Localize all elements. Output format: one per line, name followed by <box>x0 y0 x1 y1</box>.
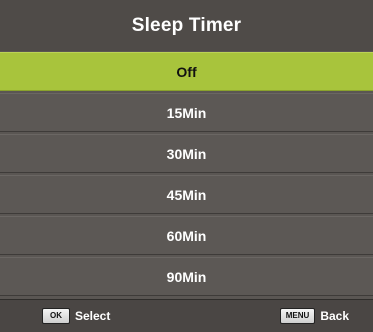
key-hints-bar: OK Select MENU Back <box>0 299 373 332</box>
option-60min[interactable]: 60Min <box>0 216 373 255</box>
ok-key-icon: OK <box>42 308 70 324</box>
back-hint: MENU Back <box>279 308 349 324</box>
select-hint-label: Select <box>75 309 111 323</box>
sleep-timer-dialog: Sleep Timer Off 15Min 30Min 45Min 60Min … <box>0 0 373 332</box>
select-hint: OK Select <box>42 308 110 324</box>
menu-key-icon: MENU <box>279 308 316 324</box>
option-30min[interactable]: 30Min <box>0 134 373 173</box>
back-hint-label: Back <box>320 309 349 323</box>
option-45min[interactable]: 45Min <box>0 175 373 214</box>
option-15min[interactable]: 15Min <box>0 93 373 132</box>
option-off[interactable]: Off <box>0 52 373 91</box>
sleep-timer-options: Off 15Min 30Min 45Min 60Min 90Min <box>0 52 373 298</box>
option-90min[interactable]: 90Min <box>0 257 373 296</box>
dialog-title: Sleep Timer <box>0 0 373 51</box>
